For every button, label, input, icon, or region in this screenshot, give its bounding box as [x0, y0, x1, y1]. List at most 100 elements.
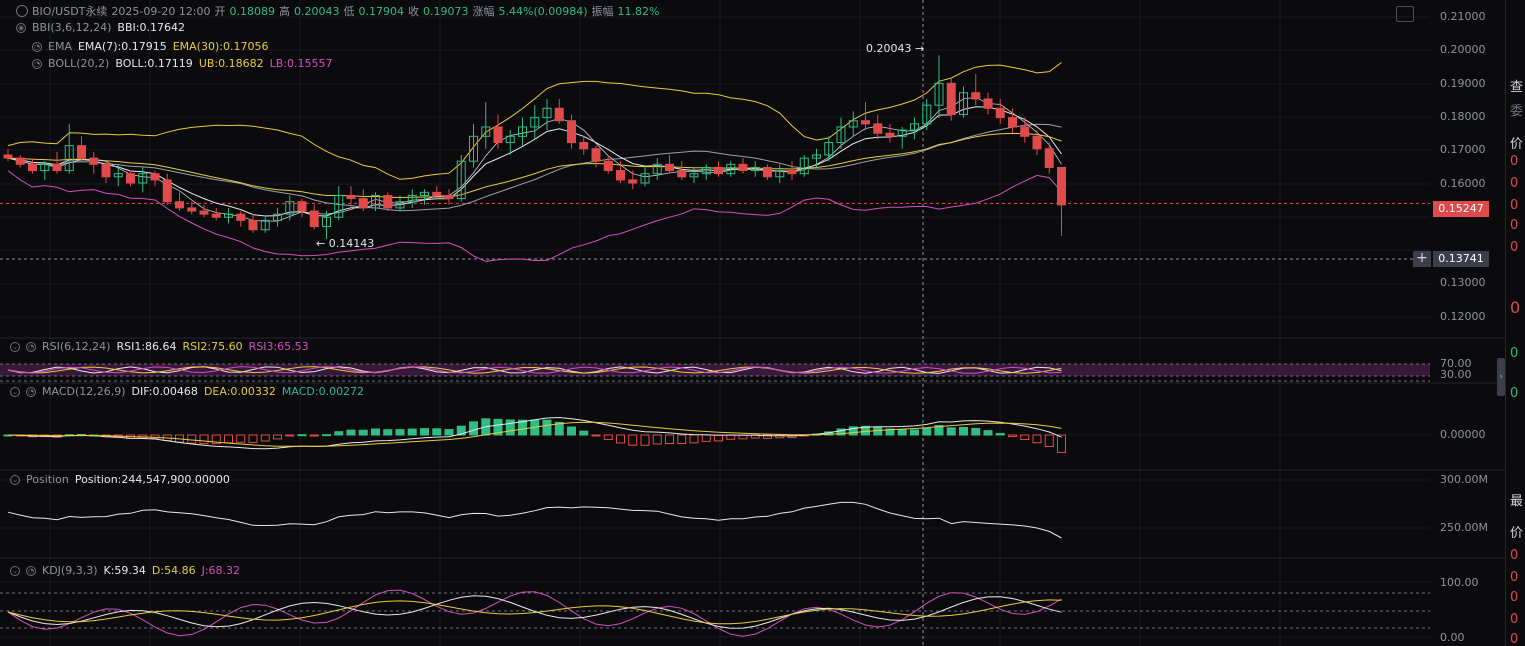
- panel-collapse-handle[interactable]: ›: [1497, 358, 1505, 396]
- macd-legend[interactable]: ⌄ ◔ MACD(12,26,9) DIF:0.00468 DEA:0.0033…: [10, 385, 364, 398]
- rsi-tick: 30.00: [1440, 368, 1472, 381]
- kdj-legend[interactable]: ⌄ ◔ KDJ(9,3,3) K:59.34 D:54.86 J:68.32: [10, 564, 240, 577]
- candle-body: [946, 82, 956, 116]
- position-value: Position:244,547,900.00000: [74, 473, 230, 486]
- panel-char: 0: [1510, 590, 1519, 605]
- rsi-legend[interactable]: ⌄ ◔ RSI(6,12,24) RSI1:86.64 RSI2:75.60 R…: [10, 340, 309, 353]
- candle-body: [444, 194, 454, 200]
- macd-bar: [334, 431, 344, 436]
- low-label: 低: [343, 5, 355, 18]
- macd-bar: [260, 434, 270, 442]
- position-name: Position: [26, 473, 69, 486]
- candle-body: [1057, 166, 1066, 206]
- ema-legend[interactable]: ◔ EMA EMA(7):0.17915 EMA(30):0.17056: [32, 40, 268, 53]
- price-tick: 0.20000: [1440, 43, 1486, 56]
- visibility-toggle-icon[interactable]: [16, 5, 28, 17]
- macd-bar: [628, 434, 638, 446]
- macd-bar: [505, 419, 515, 436]
- panel-char: 0: [1510, 198, 1519, 213]
- macd-bar: [726, 434, 736, 440]
- macd-bar: [420, 428, 429, 436]
- add-alert-button[interactable]: +: [1413, 251, 1431, 267]
- amplitude-label: 振幅: [591, 5, 614, 18]
- candle-body: [175, 201, 184, 209]
- bbi-name: BBI(3,6,12,24): [32, 21, 112, 34]
- eye-icon[interactable]: ◉: [16, 22, 26, 33]
- chart-canvas[interactable]: [0, 0, 1505, 646]
- panel-char: 委: [1510, 104, 1524, 119]
- macd-bar: [309, 434, 319, 437]
- d-value: D:54.86: [151, 564, 196, 577]
- macd-bar: [689, 434, 699, 444]
- candle-body: [187, 207, 197, 212]
- macd-bar: [346, 429, 356, 436]
- candle-body: [358, 198, 368, 209]
- close-value: 0.19073: [423, 4, 469, 18]
- rsi3-value: RSI3:65.53: [248, 340, 309, 353]
- datetime-label: 2025-09-20 12:00: [111, 4, 211, 18]
- macd-bar: [701, 434, 711, 442]
- macd-name: MACD(12,26,9): [42, 385, 126, 398]
- macd-bar: [995, 432, 1005, 436]
- candle-body: [995, 107, 1005, 119]
- rsi-name: RSI(6,12,24): [42, 340, 111, 353]
- macd-bar: [469, 421, 478, 436]
- boll-legend[interactable]: ◔ BOLL(20,2) BOLL:0.17119 UB:0.18682 LB:…: [32, 57, 332, 70]
- kdj-line: [7, 589, 1062, 637]
- panel-char: 0: [1510, 218, 1519, 233]
- candle-body: [554, 107, 564, 122]
- panel-char: 0: [1510, 386, 1519, 401]
- candle-body: [211, 213, 221, 218]
- panel-char: 查: [1510, 80, 1524, 95]
- panel-char: 0: [1510, 240, 1519, 255]
- panel-char: 0: [1510, 154, 1519, 169]
- candle-body: [677, 170, 687, 178]
- collapse-icon[interactable]: ⌄: [10, 386, 20, 397]
- bell-icon[interactable]: ◔: [32, 41, 42, 52]
- candle-body: [28, 163, 37, 172]
- position-legend[interactable]: ⌄ Position Position:244,547,900.00000: [10, 473, 230, 486]
- fullscreen-icon[interactable]: [1396, 6, 1414, 22]
- rsi2-value: RSI2:75.60: [182, 340, 243, 353]
- close-label: 收: [408, 5, 420, 18]
- macd-bar: [358, 429, 368, 436]
- panel-char: 0: [1510, 612, 1519, 627]
- candle-body: [383, 194, 393, 209]
- candle-body: [150, 173, 160, 181]
- candle-body: [162, 179, 172, 203]
- macd-bar: [1020, 434, 1030, 441]
- dif-value: DIF:0.00468: [131, 385, 198, 398]
- bell-icon[interactable]: ◔: [32, 58, 42, 69]
- macd-tick: 0.00000: [1440, 428, 1486, 441]
- bell-icon[interactable]: ◔: [26, 386, 36, 397]
- candle-body: [579, 142, 589, 150]
- boll-value: BOLL:0.17119: [115, 57, 193, 70]
- collapse-icon[interactable]: ⌄: [10, 565, 20, 576]
- bell-icon[interactable]: ◔: [26, 341, 36, 352]
- boll-lb-value: LB:0.15557: [269, 57, 333, 70]
- candle-body: [89, 157, 99, 165]
- bell-icon[interactable]: ◔: [26, 565, 36, 576]
- position-tick: 300.00M: [1440, 473, 1488, 486]
- ema-name: EMA: [48, 40, 72, 53]
- dea-value: DEA:0.00332: [203, 385, 276, 398]
- candle-body: [77, 145, 86, 159]
- candle-body: [861, 120, 870, 125]
- panel-char: 最: [1510, 494, 1524, 509]
- kdj-tick: 100.00: [1440, 576, 1479, 589]
- collapse-icon[interactable]: ⌄: [10, 474, 20, 485]
- candle-body: [1044, 148, 1054, 168]
- bbi-legend[interactable]: ◉ BBI(3,6,12,24) BBI:0.17642: [16, 21, 185, 34]
- panel-char: 0: [1510, 346, 1519, 361]
- ema7-value: EMA(7):0.17915: [77, 40, 167, 53]
- candle-body: [885, 132, 895, 137]
- ema30-value: EMA(30):0.17056: [172, 40, 269, 53]
- candle-body: [873, 123, 883, 134]
- collapse-icon[interactable]: ⌄: [10, 341, 20, 352]
- macd-bar: [1057, 434, 1066, 453]
- macd-bar: [1008, 434, 1017, 437]
- position-line: [7, 501, 1062, 539]
- change-value: 5.44%(0.00984): [498, 4, 588, 18]
- macd-bar: [248, 434, 258, 443]
- high-value: 0.20043: [294, 4, 340, 18]
